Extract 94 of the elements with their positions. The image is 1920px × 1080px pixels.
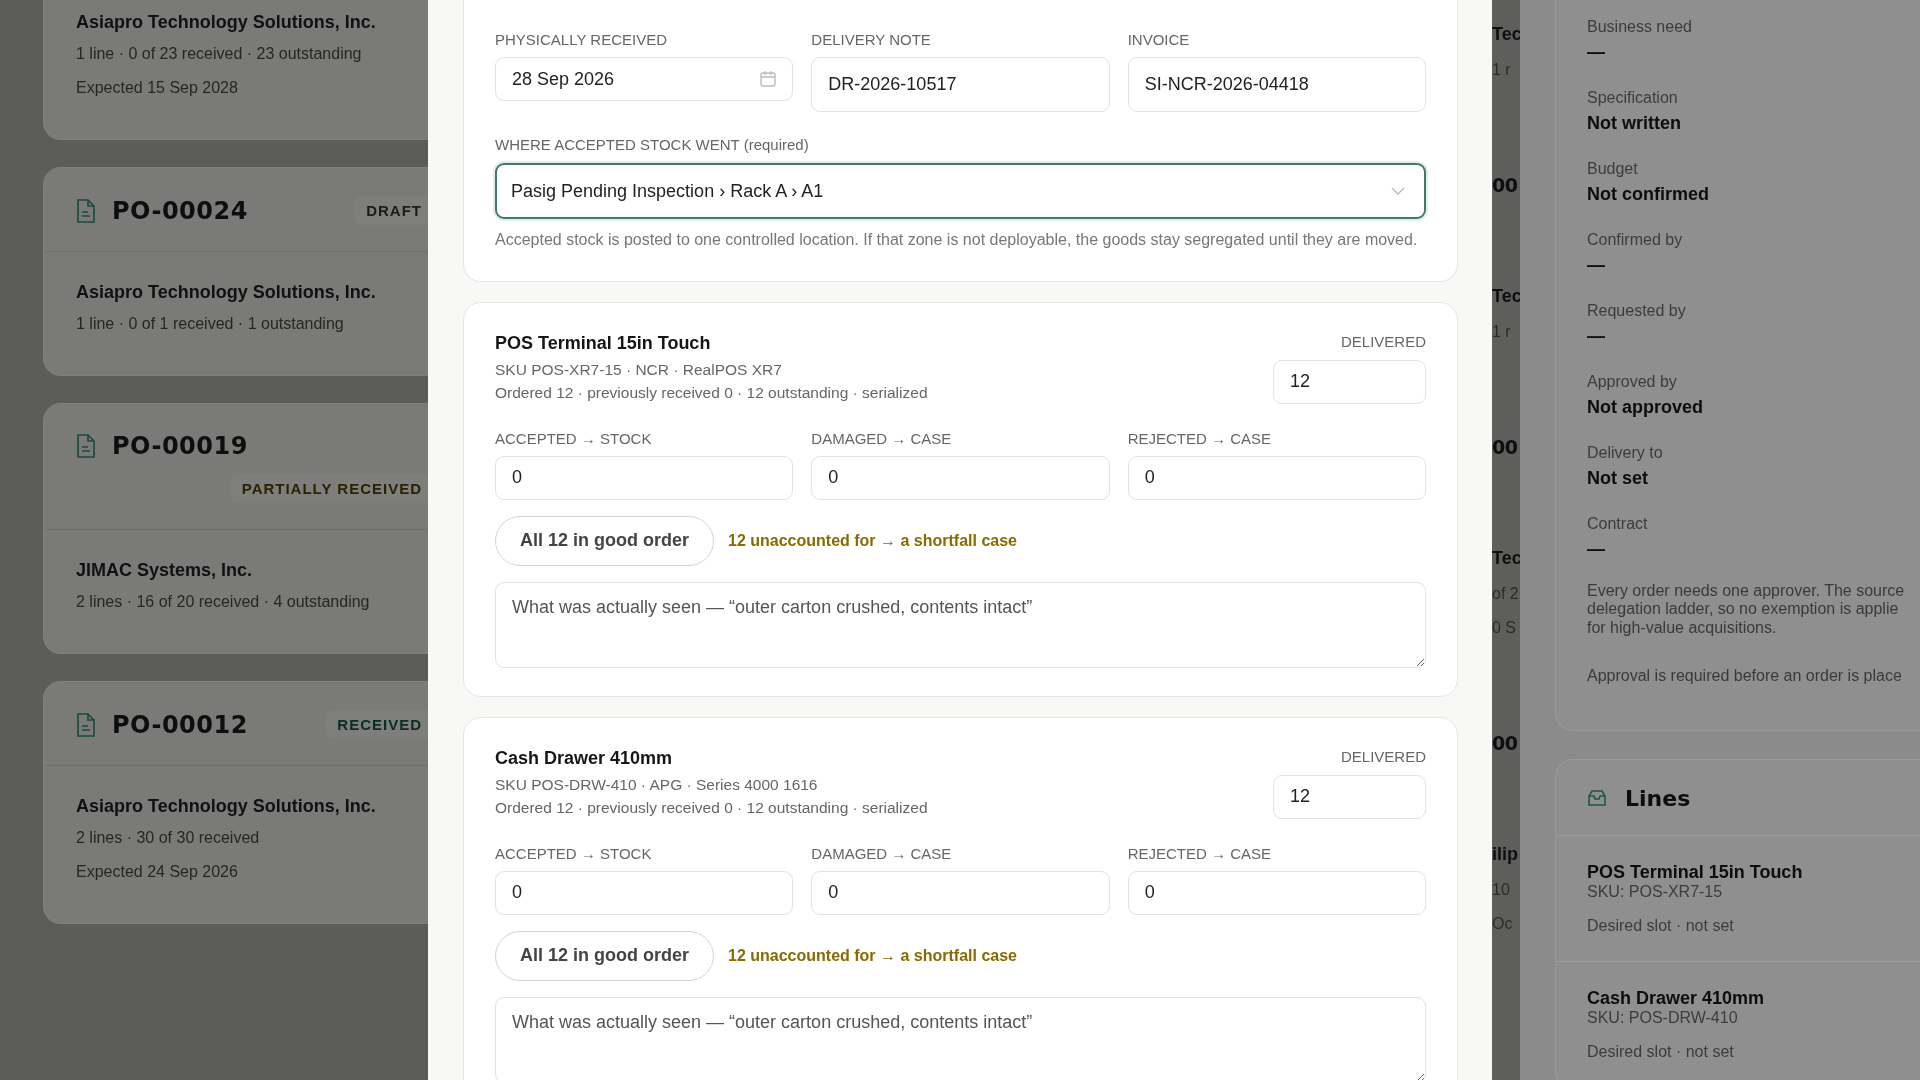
detail-value: Not written [1587, 113, 1682, 134]
field-label: DELIVERY NOTE [811, 31, 932, 48]
field-label: PHYSICALLY RECEIVED [495, 31, 668, 48]
detail-label: Specification [1587, 89, 1679, 107]
detail-label: Business need [1587, 18, 1693, 36]
status-badge: DRAFT [354, 196, 428, 225]
item-name: Cash Drawer 410mm [495, 747, 674, 769]
all-good-button[interactable]: All 12 in good order [495, 930, 714, 981]
clipped-text: 00 [1492, 174, 1519, 196]
quantity-input[interactable]: 0 [1127, 455, 1426, 500]
order-meta: 2 lines · 16 of 20 received · 4 outstanding [76, 593, 371, 611]
clipped-text: 00 [1492, 732, 1519, 754]
order-meta: 2 lines · 30 of 30 received [76, 829, 261, 847]
status-badge: PARTIALLY RECEIVED [229, 474, 428, 503]
detail-label: Confirmed by [1587, 231, 1684, 249]
line-name: Cash Drawer 410mm [1587, 987, 1766, 1009]
delivered-input[interactable]: 12 [1273, 774, 1426, 819]
line-name: POS Terminal 15in Touch [1587, 861, 1804, 883]
approval-note: Every order needs one approver. The source [1587, 582, 1906, 601]
quantity-input[interactable]: 0 [495, 455, 794, 500]
supplier-name: JIMAC Systems, Inc. [76, 560, 254, 581]
order-card[interactable]: PO-00019 PARTIALLY RECEIVED JIMAC Systems, Inc. 2 lines · 16 of 20 received · 4 outstanding [43, 403, 428, 654]
order-meta: 1 line · 0 of 23 received · 23 outstanding [76, 45, 363, 63]
field-label: DAMAGED → CASE [811, 844, 953, 862]
clipped-text: 00 [1492, 436, 1519, 458]
quantity-input[interactable]: 0 [811, 455, 1110, 500]
field-label: DELIVERED [1340, 332, 1426, 350]
input-field[interactable]: DR-2026-10517 [811, 57, 1110, 112]
note-field[interactable]: What was actually seen — “outer carton crushed, contents intact” [495, 996, 1426, 1080]
field-label: DAMAGED → CASE [811, 429, 953, 447]
shortfall-warning: 12 unaccounted for → a shortfall case [728, 946, 1017, 965]
detail-label: Budget [1587, 160, 1639, 178]
order-number: PO-00019 [112, 432, 248, 460]
detail-value: — [1587, 326, 1606, 347]
all-good-button[interactable]: All 12 in good order [495, 515, 714, 566]
field-label: REJECTED → CASE [1127, 844, 1272, 862]
field-label: ACCEPTED → STOCK [495, 844, 653, 862]
line-sku: SKU: POS-DRW-410 [1587, 1008, 1739, 1027]
field-label: INVOICE [1127, 31, 1191, 48]
calendar-icon [759, 70, 778, 88]
detail-value: Not approved [1587, 397, 1704, 418]
field-label: WHERE ACCEPTED STOCK WENT (required) [495, 136, 810, 153]
approval-note: for high-value acquisitions. [1587, 618, 1778, 638]
shortfall-warning: 12 unaccounted for → a shortfall case [728, 531, 1017, 550]
line-sku: SKU: POS-XR7-15 [1587, 882, 1724, 901]
sku-text: SKU POS-XR7-15 · NCR · RealPOS XR7 [495, 360, 783, 379]
location-select[interactable]: Pasig Pending Inspection › Rack A › A1 [495, 163, 1426, 219]
field-label: REJECTED → CASE [1127, 429, 1272, 447]
ordered-summary: Ordered 12 · previously received 0 · 12 outstanding · serialized [495, 383, 928, 402]
status-badge: RECEIVED [325, 710, 428, 739]
document-icon [76, 434, 96, 458]
help-text: Accepted stock is posted to one controlled location. If that zone is not deployable, the goods stay segregated until they are moved. [495, 230, 1419, 250]
detail-label: Approved by [1587, 373, 1678, 391]
detail-label: Delivery to [1587, 444, 1664, 462]
field-label: ACCEPTED → STOCK [495, 429, 653, 447]
approval-footer: Approval is required before an order is place [1587, 667, 1920, 706]
chevron-down-icon [1390, 186, 1406, 196]
section-title: Lines [1625, 785, 1691, 811]
inbox-icon [1587, 789, 1607, 808]
quantity-input[interactable]: 0 [495, 870, 794, 915]
order-meta: 1 line · 0 of 1 received · 1 outstanding [76, 315, 345, 333]
order-card[interactable]: Asiapro Technology Solutions, Inc. 1 line · 0 of 23 received · 23 outstanding Expected 15 Sep 2028 [43, 0, 428, 140]
order-number: PO-00024 [112, 196, 248, 225]
detail-value: Not set [1587, 468, 1649, 489]
line-slot: Desired slot · not set [1587, 1042, 1920, 1061]
input-field[interactable]: SI-NCR-2026-04418 [1127, 57, 1426, 112]
note-field[interactable]: What was actually seen — “outer carton crushed, contents intact” [495, 581, 1426, 668]
line-slot: Desired slot · not set [1587, 916, 1920, 935]
quantity-input[interactable]: 0 [811, 870, 1110, 915]
quantity-input[interactable]: 0 [1127, 870, 1426, 915]
clipped-text: ilip [1492, 844, 1519, 865]
supplier-name: Asiapro Technology Solutions, Inc. [76, 12, 377, 33]
detail-value: — [1587, 539, 1606, 560]
order-meta: Expected 15 Sep 2028 [76, 79, 239, 97]
delivered-input[interactable]: 12 [1273, 359, 1426, 404]
document-icon [76, 198, 96, 223]
item-name: POS Terminal 15in Touch [495, 332, 712, 354]
detail-value: Not confirmed [1587, 184, 1710, 205]
sku-text: SKU POS-DRW-410 · APG · Series 4000 1616 [495, 775, 819, 794]
ordered-summary: Ordered 12 · previously received 0 · 12 outstanding · serialized [495, 798, 928, 817]
order-number: PO-00012 [112, 710, 248, 739]
date-field[interactable]: 28 Sep 2026 [495, 57, 794, 101]
supplier-name: Asiapro Technology Solutions, Inc. [76, 796, 377, 817]
detail-label: Requested by [1587, 302, 1687, 320]
order-card[interactable]: PO-00024 DRAFT Asiapro Technology Solutions, Inc. 1 line · 0 of 1 received · 1 outstanding [43, 167, 428, 376]
order-meta: Expected 24 Sep 2026 [76, 863, 239, 881]
detail-label: Contract [1587, 515, 1649, 533]
order-card[interactable]: PO-00012 RECEIVED Asiapro Technology Solutions, Inc. 2 lines · 30 of 30 received Expected 24 Sep 2026 [43, 681, 428, 924]
detail-value: — [1587, 42, 1606, 63]
detail-value: — [1587, 255, 1606, 276]
supplier-name: Asiapro Technology Solutions, Inc. [76, 282, 377, 303]
document-icon [76, 712, 96, 737]
approval-note: delegation ladder, so no exemption is applie [1587, 600, 1900, 619]
field-label: DELIVERED [1340, 747, 1426, 765]
